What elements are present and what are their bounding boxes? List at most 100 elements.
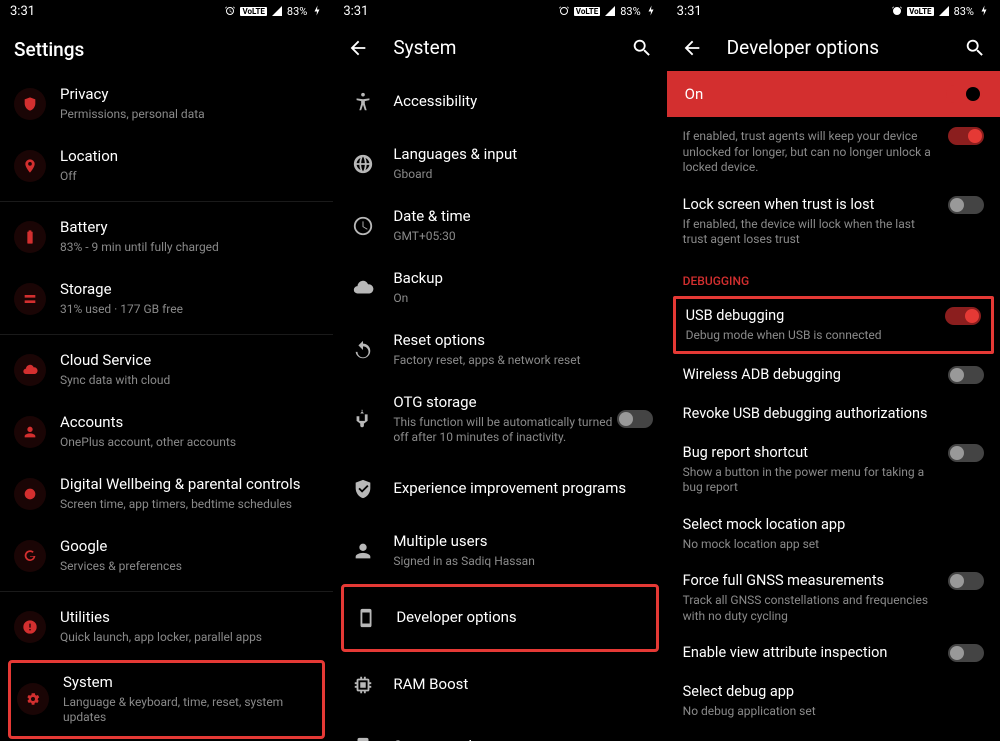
- item-ram-boost[interactable]: RAM Boost: [333, 654, 666, 716]
- bug-report-toggle[interactable]: [948, 444, 984, 462]
- signal-icon: [604, 5, 616, 17]
- volte-badge: VoLTE: [907, 7, 933, 16]
- reset-icon: [347, 334, 379, 366]
- divider: [0, 591, 333, 592]
- master-toggle-label: On: [685, 85, 946, 103]
- signal-icon: [938, 5, 950, 17]
- gnss-toggle[interactable]: [948, 572, 984, 590]
- page-title: System: [393, 36, 606, 59]
- charge-icon: [645, 5, 657, 17]
- accessibility-icon: [347, 86, 379, 118]
- alarm-icon: [558, 5, 570, 17]
- divider: [0, 201, 333, 202]
- item-languages[interactable]: Languages & inputGboard: [333, 133, 666, 195]
- system-icon: [17, 683, 49, 715]
- app-bar: System: [333, 22, 666, 71]
- search-button[interactable]: [964, 37, 986, 59]
- status-right: VoLTE 83%: [224, 5, 323, 18]
- charge-icon: [311, 5, 323, 17]
- volte-badge: VoLTE: [574, 7, 600, 16]
- item-system[interactable]: SystemLanguage & keyboard, time, reset, …: [11, 663, 322, 736]
- search-button[interactable]: [631, 37, 653, 59]
- status-time: 3:31: [343, 4, 368, 19]
- item-usb-debugging[interactable]: USB debuggingDebug mode when USB is conn…: [676, 299, 991, 351]
- item-storage[interactable]: Storage31% used · 177 GB free: [0, 268, 333, 330]
- item-select-debug-app[interactable]: Select debug appNo debug application set: [667, 673, 1000, 729]
- item-privacy[interactable]: PrivacyPermissions, personal data: [0, 73, 333, 135]
- highlight-usb-debugging: USB debuggingDebug mode when USB is conn…: [673, 296, 994, 354]
- item-lock-screen-trust[interactable]: Lock screen when trust is lostIf enabled…: [667, 186, 1000, 258]
- item-developer-options[interactable]: Developer options: [344, 587, 655, 649]
- cloud-icon: [347, 272, 379, 304]
- memory-icon: [347, 669, 379, 701]
- item-system-updates[interactable]: System updates: [333, 716, 666, 741]
- storage-icon: [14, 283, 46, 315]
- users-icon: [347, 535, 379, 567]
- signal-icon: [271, 5, 283, 17]
- master-toggle[interactable]: [946, 85, 982, 103]
- utilities-icon: [14, 611, 46, 643]
- back-button[interactable]: [347, 37, 369, 59]
- trust-agents-toggle[interactable]: [948, 127, 984, 145]
- item-otg[interactable]: OTG storageThis function will be automat…: [333, 381, 666, 458]
- usb-icon: [347, 403, 379, 435]
- item-mock-location[interactable]: Select mock location appNo mock location…: [667, 506, 1000, 562]
- clock-icon: [347, 210, 379, 242]
- item-revoke-usb[interactable]: Revoke USB debugging authorizations: [667, 395, 1000, 434]
- status-right: VoLTE 83%: [558, 5, 657, 18]
- volte-badge: VoLTE: [240, 7, 266, 16]
- item-google[interactable]: GoogleServices & preferences: [0, 525, 333, 587]
- alarm-icon: [224, 5, 236, 17]
- item-wellbeing[interactable]: Digital Wellbeing & parental controlsScr…: [0, 463, 333, 525]
- dev-list[interactable]: If enabled, trust agents will keep your …: [667, 117, 1000, 741]
- item-accounts[interactable]: AccountsOnePlus account, other accounts: [0, 401, 333, 463]
- view-attr-toggle[interactable]: [948, 644, 984, 662]
- item-cloud[interactable]: Cloud ServiceSync data with cloud: [0, 339, 333, 401]
- globe-icon: [347, 148, 379, 180]
- page-title: Developer options: [727, 36, 940, 59]
- panel-settings: 3:31 VoLTE 83% Settings PrivacyPermissio…: [0, 0, 333, 741]
- location-icon: [14, 150, 46, 182]
- battery-text: 83%: [287, 5, 307, 18]
- highlight-dev-options: Developer options: [341, 584, 658, 652]
- item-accessibility[interactable]: Accessibility: [333, 71, 666, 133]
- usb-debugging-toggle[interactable]: [945, 307, 981, 325]
- battery-text: 83%: [620, 5, 640, 18]
- wellbeing-icon: [14, 478, 46, 510]
- otg-toggle[interactable]: [617, 410, 653, 428]
- status-time: 3:31: [677, 4, 702, 19]
- item-users[interactable]: Multiple usersSigned in as Sadiq Hassan: [333, 520, 666, 582]
- item-wireless-adb[interactable]: Wireless ADB debugging: [667, 356, 1000, 395]
- settings-list[interactable]: PrivacyPermissions, personal data Locati…: [0, 73, 333, 741]
- cloud-icon: [14, 354, 46, 386]
- status-time: 3:31: [10, 4, 35, 19]
- item-trust-agents[interactable]: If enabled, trust agents will keep your …: [667, 117, 1000, 186]
- privacy-icon: [14, 88, 46, 120]
- system-list[interactable]: Accessibility Languages & inputGboard Da…: [333, 71, 666, 741]
- item-battery[interactable]: Battery83% - 9 min until fully charged: [0, 206, 333, 268]
- charge-icon: [978, 5, 990, 17]
- battery-text: 83%: [954, 5, 974, 18]
- item-gnss[interactable]: Force full GNSS measurementsTrack all GN…: [667, 562, 1000, 634]
- back-button[interactable]: [681, 37, 703, 59]
- item-view-attr[interactable]: Enable view attribute inspection: [667, 634, 1000, 673]
- master-toggle-row[interactable]: On: [667, 71, 1000, 117]
- item-experience[interactable]: Experience improvement programs: [333, 458, 666, 520]
- item-reset[interactable]: Reset optionsFactory reset, apps & netwo…: [333, 319, 666, 381]
- panel-developer-options: 3:31 VoLTE 83% Developer options On If e…: [667, 0, 1000, 741]
- highlight-system: SystemLanguage & keyboard, time, reset, …: [8, 660, 325, 739]
- status-bar: 3:31 VoLTE 83%: [667, 0, 1000, 22]
- wireless-adb-toggle[interactable]: [948, 366, 984, 384]
- page-title: Settings: [0, 22, 333, 73]
- item-bug-report[interactable]: Bug report shortcutShow a button in the …: [667, 434, 1000, 506]
- lock-trust-toggle[interactable]: [948, 196, 984, 214]
- app-bar: Developer options: [667, 22, 1000, 71]
- item-utilities[interactable]: UtilitiesQuick launch, app locker, paral…: [0, 596, 333, 658]
- item-date-time[interactable]: Date & timeGMT+05:30: [333, 195, 666, 257]
- shield-check-icon: [347, 473, 379, 505]
- alarm-icon: [891, 5, 903, 17]
- item-backup[interactable]: BackupOn: [333, 257, 666, 319]
- accounts-icon: [14, 416, 46, 448]
- panel-system: 3:31 VoLTE 83% System Accessibility Lang…: [333, 0, 666, 741]
- item-location[interactable]: LocationOff: [0, 135, 333, 197]
